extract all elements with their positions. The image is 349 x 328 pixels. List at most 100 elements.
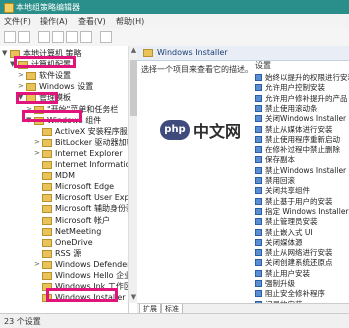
show-tree-button[interactable] bbox=[52, 31, 64, 43]
policy-setting-icon bbox=[255, 238, 262, 246]
setting-label: 禁用回滚 bbox=[265, 176, 295, 185]
folder-icon bbox=[42, 249, 52, 258]
setting-label: 禁止基于用户的安装 bbox=[265, 196, 333, 206]
policy-setting-icon bbox=[255, 74, 262, 81]
folder-icon bbox=[143, 49, 153, 57]
setting-label: 允许用户控制安装 bbox=[265, 83, 325, 93]
tree-item[interactable]: Windows Installer bbox=[0, 292, 128, 304]
tree-expander-icon[interactable]: > bbox=[34, 260, 41, 269]
policy-setting-icon bbox=[255, 228, 262, 236]
menu-action[interactable]: 操作(A) bbox=[40, 16, 68, 27]
export-button[interactable] bbox=[66, 31, 78, 43]
policy-setting-icon bbox=[255, 269, 262, 277]
policy-setting-icon bbox=[255, 125, 262, 133]
tree-expander-icon[interactable] bbox=[34, 204, 41, 213]
tree-expander-icon[interactable] bbox=[34, 238, 41, 247]
tree-expander-icon[interactable] bbox=[34, 160, 41, 169]
setting-label: 禁止从网络进行安装 bbox=[265, 248, 333, 258]
folder-icon bbox=[42, 238, 52, 247]
back-button[interactable] bbox=[4, 31, 16, 43]
tree-expander-icon[interactable]: ▼ bbox=[2, 49, 9, 58]
tree-expander-icon[interactable]: ▼ bbox=[10, 60, 17, 69]
tree-expander-icon[interactable] bbox=[34, 271, 41, 280]
tree-item-label: 管理模板 bbox=[39, 93, 71, 103]
setting-label: 禁止嵌入式 UI bbox=[265, 227, 313, 237]
setting-label: 关闭共享组件 bbox=[265, 186, 310, 196]
folder-icon bbox=[42, 227, 52, 236]
tree-expander-icon[interactable]: > bbox=[34, 149, 41, 158]
setting-label: 始终以提升的权限进行安装 bbox=[265, 73, 349, 82]
folder-icon bbox=[42, 205, 52, 214]
tree-expander-icon[interactable] bbox=[34, 171, 41, 180]
tree-item-label: Windows Defender bbox=[55, 259, 128, 269]
title-bar: 本地组策略编辑器 bbox=[0, 0, 349, 14]
tree-expander-icon[interactable] bbox=[34, 216, 41, 225]
policy-setting-icon bbox=[255, 166, 262, 174]
folder-icon bbox=[42, 161, 52, 169]
setting-label: 在修补过程中禁止删除 bbox=[265, 145, 340, 155]
tree-expander-icon[interactable]: > bbox=[18, 71, 25, 80]
policy-setting-icon bbox=[255, 156, 262, 164]
menu-file[interactable]: 文件(F) bbox=[4, 16, 31, 27]
policy-setting-icon bbox=[255, 280, 262, 287]
folder-icon bbox=[26, 83, 36, 92]
tree-item-label: Microsoft Edge bbox=[55, 182, 115, 192]
forward-button[interactable] bbox=[18, 31, 30, 43]
menu-help[interactable]: 帮助(H) bbox=[116, 16, 144, 27]
tree-expander-icon[interactable] bbox=[34, 282, 41, 291]
policy-setting-icon bbox=[255, 104, 262, 112]
filter-button[interactable] bbox=[100, 31, 112, 43]
help-button[interactable] bbox=[80, 31, 92, 43]
details-title: Windows Installer bbox=[157, 48, 228, 57]
settings-column-header[interactable]: 设置 bbox=[255, 60, 349, 72]
tree-expander-icon[interactable]: ▼ bbox=[26, 116, 33, 125]
tree-expander-icon[interactable] bbox=[34, 127, 41, 136]
tree-item-label: Internet Explorer bbox=[55, 148, 123, 158]
folder-icon bbox=[42, 149, 52, 158]
setting-label: 关闭创建系统还原点 bbox=[265, 258, 333, 268]
tree-item-label: BitLocker 驱动器加密 bbox=[55, 137, 128, 147]
folder-icon bbox=[42, 216, 52, 225]
policy-setting-icon bbox=[255, 84, 262, 92]
tree-expander-icon[interactable]: > bbox=[34, 138, 41, 147]
navigation-tree[interactable]: ▼ 本地计算机 策略 ▼ 计算机配置 > 软件设置 > Windows 设置 ▼ 管理模板 > "开始… bbox=[0, 46, 129, 313]
tree-item-label: Windows Hello 企业 bbox=[55, 271, 128, 280]
up-folder-button[interactable] bbox=[38, 31, 50, 43]
tree-expander-icon[interactable] bbox=[34, 193, 41, 202]
tree-expander-icon[interactable] bbox=[34, 182, 41, 191]
scrollbar-thumb[interactable] bbox=[130, 60, 137, 116]
policy-setting-icon bbox=[255, 146, 262, 154]
folder-icon bbox=[42, 172, 52, 181]
description-text: 选择一个项目来查看它的描述。 bbox=[141, 65, 253, 74]
tree-expander-icon[interactable] bbox=[34, 227, 41, 236]
folder-icon bbox=[42, 127, 52, 136]
tree-expander-icon[interactable]: > bbox=[18, 82, 25, 91]
tree-expander-icon[interactable]: ▼ bbox=[18, 93, 25, 102]
policy-setting-icon bbox=[255, 177, 262, 184]
watermark-text: 中文网 bbox=[193, 122, 242, 141]
setting-label: 禁止从媒体进行安装 bbox=[265, 124, 333, 134]
policy-setting-icon bbox=[255, 94, 262, 102]
tree-item-label: Microsoft 辅助身份验 bbox=[55, 204, 128, 214]
setting-label: 指定 Windows Installer bbox=[265, 206, 349, 216]
policy-setting-icon bbox=[255, 218, 262, 226]
watermark-badge: php bbox=[160, 120, 190, 140]
tree-item-label: OneDrive bbox=[55, 237, 93, 247]
folder-icon bbox=[18, 61, 28, 70]
tree-item-label: MDM bbox=[55, 171, 75, 181]
folder-icon bbox=[26, 94, 36, 103]
tree-expander-icon[interactable]: > bbox=[26, 105, 33, 114]
folder-icon bbox=[26, 72, 36, 81]
tree-expander-icon[interactable] bbox=[34, 293, 41, 302]
folder-icon bbox=[34, 105, 44, 114]
status-bar: 23 个设置 bbox=[0, 313, 349, 328]
tree-item-label: Windows Ink 工作区 bbox=[55, 282, 128, 292]
menu-view[interactable]: 查看(V) bbox=[78, 16, 106, 27]
policy-setting-icon bbox=[255, 187, 262, 195]
setting-label: 禁止使用程序重新启动 bbox=[265, 134, 340, 144]
details-header: Windows Installer bbox=[137, 46, 349, 61]
tree-expander-icon[interactable] bbox=[34, 249, 41, 258]
app-icon bbox=[4, 3, 14, 13]
tree-item-label: Windows 设置 bbox=[39, 82, 94, 92]
policy-setting-icon bbox=[255, 290, 262, 298]
